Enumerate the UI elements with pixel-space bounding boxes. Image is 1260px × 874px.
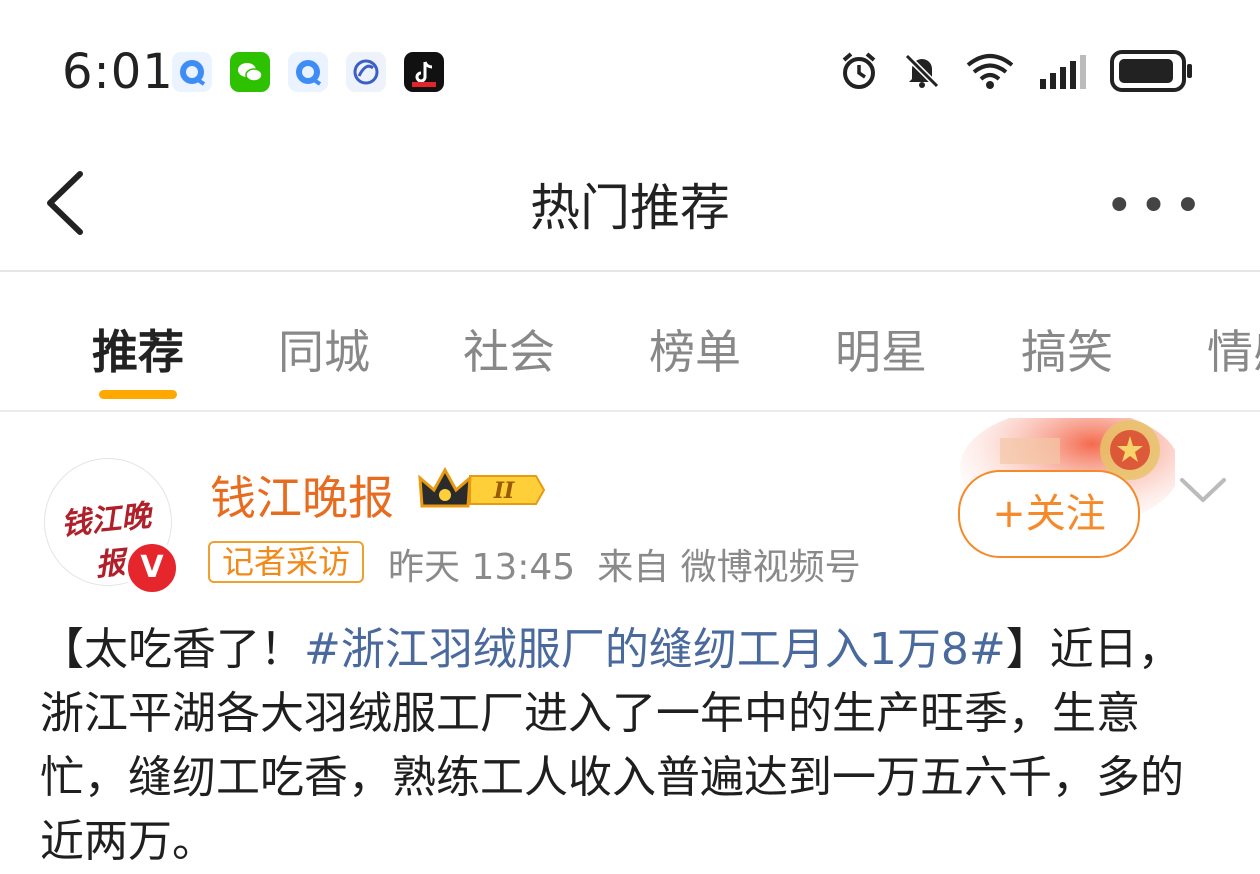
follow-button[interactable]: +关注 [958, 470, 1140, 558]
tab-funny[interactable]: 搞笑 [1021, 316, 1113, 382]
status-time: 6:01 [62, 44, 174, 100]
battery-icon [1110, 50, 1192, 92]
tiktok-icon [404, 52, 444, 92]
tab-stars[interactable]: 明星 [835, 316, 927, 382]
status-bar: 6:01 [0, 0, 1260, 140]
page-title: 热门推荐 [530, 179, 730, 237]
post-time: 昨天 13:45 [388, 547, 576, 588]
category-tabs: 推荐 同城 社会 榜单 明星 搞笑 情感 [0, 272, 1260, 410]
username[interactable]: 钱江晚报 [210, 462, 394, 528]
mute-icon [904, 53, 940, 89]
wifi-icon [966, 54, 1014, 89]
tab-emotion[interactable]: 情感 [1207, 316, 1260, 382]
signal-icon [1040, 55, 1086, 89]
post-content: 【太吃香了！#浙江羽绒服厂的缝纫工月入1万8#】近日，浙江平湖各大羽绒服工厂进入… [40, 618, 1225, 874]
tab-local[interactable]: 同城 [278, 316, 370, 382]
more-options-icon[interactable]: ••• [1105, 178, 1208, 234]
app-icon [346, 52, 386, 92]
divider [0, 410, 1260, 412]
alarm-icon [842, 52, 876, 89]
tab-recommend[interactable]: 推荐 [92, 316, 184, 382]
post-content-lead: 【太吃香了！ [40, 624, 304, 675]
title-bar: 热门推荐 ••• [0, 140, 1260, 270]
level-badge-text: II [493, 478, 515, 504]
hashtag-topic-link[interactable]: #浙江羽绒服厂的缝纫工月入1万8# [304, 624, 1006, 675]
browser-icon [172, 52, 212, 92]
crown-level-badge-icon: II [418, 466, 546, 508]
browser-icon [288, 52, 328, 92]
post-source[interactable]: 来自 微博视频号 [597, 547, 860, 588]
system-icons [838, 50, 1194, 92]
tab-rankings[interactable]: 榜单 [649, 316, 741, 382]
tab-society[interactable]: 社会 [463, 316, 555, 382]
post-meta: 昨天 13:45 来自 微博视频号 [388, 538, 861, 590]
wechat-icon [230, 52, 270, 92]
reporter-interview-tag: 记者采访 [208, 541, 365, 583]
verified-badge-icon: V [124, 540, 180, 596]
chevron-down-icon[interactable] [1178, 472, 1228, 508]
notification-icons [172, 52, 444, 92]
active-tab-indicator [99, 390, 177, 399]
